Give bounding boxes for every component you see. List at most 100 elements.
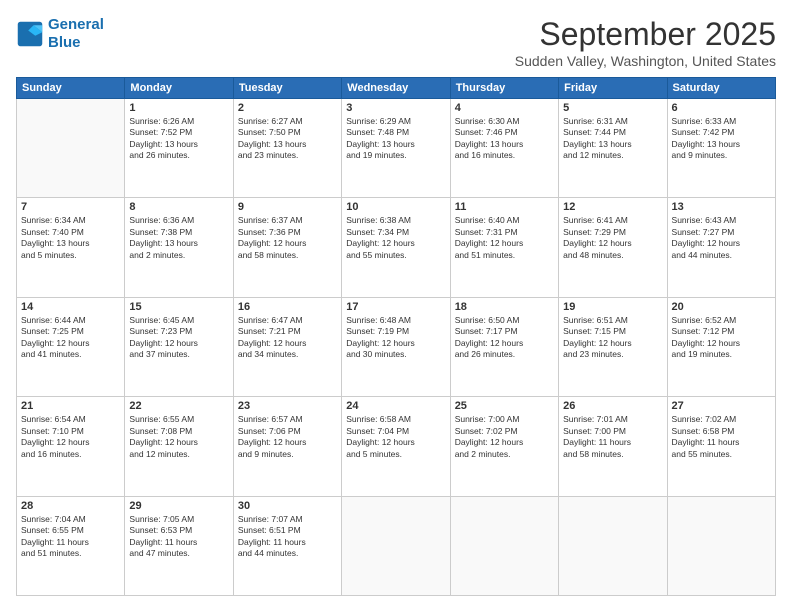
- day-info: Sunrise: 6:30 AM Sunset: 7:46 PM Dayligh…: [455, 116, 554, 162]
- day-info: Sunrise: 7:00 AM Sunset: 7:02 PM Dayligh…: [455, 414, 554, 460]
- day-number: 29: [129, 500, 228, 512]
- col-sunday: Sunday: [17, 78, 125, 99]
- logo-icon: [16, 20, 44, 48]
- day-number: 12: [563, 201, 662, 213]
- day-info: Sunrise: 6:41 AM Sunset: 7:29 PM Dayligh…: [563, 215, 662, 261]
- table-row: [342, 496, 450, 595]
- calendar-week-row: 14 Sunrise: 6:44 AM Sunset: 7:25 PM Dayli…: [17, 297, 776, 396]
- day-number: 23: [238, 400, 337, 412]
- day-info: Sunrise: 6:38 AM Sunset: 7:34 PM Dayligh…: [346, 215, 445, 261]
- table-row: 30 Sunrise: 7:07 AM Sunset: 6:51 PM Dayli…: [233, 496, 341, 595]
- day-number: 5: [563, 102, 662, 114]
- day-info: Sunrise: 6:57 AM Sunset: 7:06 PM Dayligh…: [238, 414, 337, 460]
- table-row: [667, 496, 775, 595]
- day-number: 8: [129, 201, 228, 213]
- day-number: 3: [346, 102, 445, 114]
- day-info: Sunrise: 6:31 AM Sunset: 7:44 PM Dayligh…: [563, 116, 662, 162]
- day-number: 9: [238, 201, 337, 213]
- col-saturday: Saturday: [667, 78, 775, 99]
- table-row: 15 Sunrise: 6:45 AM Sunset: 7:23 PM Dayli…: [125, 297, 233, 396]
- day-number: 15: [129, 301, 228, 313]
- day-number: 26: [563, 400, 662, 412]
- day-info: Sunrise: 6:27 AM Sunset: 7:50 PM Dayligh…: [238, 116, 337, 162]
- col-monday: Monday: [125, 78, 233, 99]
- day-number: 11: [455, 201, 554, 213]
- day-number: 1: [129, 102, 228, 114]
- table-row: 7 Sunrise: 6:34 AM Sunset: 7:40 PM Daylig…: [17, 198, 125, 297]
- logo: General Blue: [16, 16, 104, 52]
- header: General Blue September 2025 Sudden Valle…: [16, 16, 776, 69]
- day-number: 16: [238, 301, 337, 313]
- day-info: Sunrise: 6:29 AM Sunset: 7:48 PM Dayligh…: [346, 116, 445, 162]
- calendar-header-row: Sunday Monday Tuesday Wednesday Thursday…: [17, 78, 776, 99]
- title-block: September 2025 Sudden Valley, Washington…: [515, 16, 776, 69]
- day-info: Sunrise: 6:52 AM Sunset: 7:12 PM Dayligh…: [672, 315, 771, 361]
- calendar-table: Sunday Monday Tuesday Wednesday Thursday…: [16, 77, 776, 596]
- calendar-week-row: 21Sunrise: 6:54 AM Sunset: 7:10 PM Dayli…: [17, 397, 776, 496]
- table-row: 17 Sunrise: 6:48 AM Sunset: 7:19 PM Dayli…: [342, 297, 450, 396]
- day-info: Sunrise: 6:26 AM Sunset: 7:52 PM Dayligh…: [129, 116, 228, 162]
- day-number: 4: [455, 102, 554, 114]
- day-number: 17: [346, 301, 445, 313]
- table-row: 26Sunrise: 7:01 AM Sunset: 7:00 PM Dayli…: [559, 397, 667, 496]
- day-info: Sunrise: 6:47 AM Sunset: 7:21 PM Dayligh…: [238, 315, 337, 361]
- day-number: 19: [563, 301, 662, 313]
- day-info: Sunrise: 6:45 AM Sunset: 7:23 PM Dayligh…: [129, 315, 228, 361]
- day-info: Sunrise: 6:48 AM Sunset: 7:19 PM Dayligh…: [346, 315, 445, 361]
- table-row: 2 Sunrise: 6:27 AM Sunset: 7:50 PM Daylig…: [233, 99, 341, 198]
- table-row: 21Sunrise: 6:54 AM Sunset: 7:10 PM Dayli…: [17, 397, 125, 496]
- table-row: 20 Sunrise: 6:52 AM Sunset: 7:12 PM Dayli…: [667, 297, 775, 396]
- table-row: [559, 496, 667, 595]
- table-row: 8Sunrise: 6:36 AM Sunset: 7:38 PM Daylig…: [125, 198, 233, 297]
- day-info: Sunrise: 7:02 AM Sunset: 6:58 PM Dayligh…: [672, 414, 771, 460]
- day-info: Sunrise: 6:43 AM Sunset: 7:27 PM Dayligh…: [672, 215, 771, 261]
- day-number: 24: [346, 400, 445, 412]
- table-row: 9 Sunrise: 6:37 AM Sunset: 7:36 PM Daylig…: [233, 198, 341, 297]
- day-number: 2: [238, 102, 337, 114]
- table-row: 24Sunrise: 6:58 AM Sunset: 7:04 PM Dayli…: [342, 397, 450, 496]
- month-title: September 2025: [515, 16, 776, 53]
- table-row: [17, 99, 125, 198]
- table-row: 5 Sunrise: 6:31 AM Sunset: 7:44 PM Daylig…: [559, 99, 667, 198]
- col-friday: Friday: [559, 78, 667, 99]
- day-number: 18: [455, 301, 554, 313]
- day-number: 27: [672, 400, 771, 412]
- day-number: 25: [455, 400, 554, 412]
- table-row: 23 Sunrise: 6:57 AM Sunset: 7:06 PM Dayli…: [233, 397, 341, 496]
- table-row: 28Sunrise: 7:04 AM Sunset: 6:55 PM Dayli…: [17, 496, 125, 595]
- day-number: 14: [21, 301, 120, 313]
- calendar-week-row: 1 Sunrise: 6:26 AM Sunset: 7:52 PM Daylig…: [17, 99, 776, 198]
- table-row: 6Sunrise: 6:33 AM Sunset: 7:42 PM Daylig…: [667, 99, 775, 198]
- table-row: 12 Sunrise: 6:41 AM Sunset: 7:29 PM Dayli…: [559, 198, 667, 297]
- day-info: Sunrise: 6:44 AM Sunset: 7:25 PM Dayligh…: [21, 315, 120, 361]
- table-row: 16 Sunrise: 6:47 AM Sunset: 7:21 PM Dayli…: [233, 297, 341, 396]
- day-number: 21: [21, 400, 120, 412]
- day-number: 10: [346, 201, 445, 213]
- col-thursday: Thursday: [450, 78, 558, 99]
- table-row: 27 Sunrise: 7:02 AM Sunset: 6:58 PM Dayli…: [667, 397, 775, 496]
- location: Sudden Valley, Washington, United States: [515, 53, 776, 69]
- day-number: 13: [672, 201, 771, 213]
- day-info: Sunrise: 6:37 AM Sunset: 7:36 PM Dayligh…: [238, 215, 337, 261]
- table-row: 14 Sunrise: 6:44 AM Sunset: 7:25 PM Dayli…: [17, 297, 125, 396]
- day-info: Sunrise: 6:50 AM Sunset: 7:17 PM Dayligh…: [455, 315, 554, 361]
- day-number: 20: [672, 301, 771, 313]
- table-row: [450, 496, 558, 595]
- table-row: 1 Sunrise: 6:26 AM Sunset: 7:52 PM Daylig…: [125, 99, 233, 198]
- day-number: 22: [129, 400, 228, 412]
- calendar-week-row: 28Sunrise: 7:04 AM Sunset: 6:55 PM Dayli…: [17, 496, 776, 595]
- day-number: 7: [21, 201, 120, 213]
- day-number: 6: [672, 102, 771, 114]
- table-row: 18 Sunrise: 6:50 AM Sunset: 7:17 PM Dayli…: [450, 297, 558, 396]
- table-row: 4 Sunrise: 6:30 AM Sunset: 7:46 PM Daylig…: [450, 99, 558, 198]
- table-row: 19Sunrise: 6:51 AM Sunset: 7:15 PM Dayli…: [559, 297, 667, 396]
- day-info: Sunrise: 6:34 AM Sunset: 7:40 PM Dayligh…: [21, 215, 120, 261]
- page: General Blue September 2025 Sudden Valle…: [0, 0, 792, 612]
- table-row: 22 Sunrise: 6:55 AM Sunset: 7:08 PM Dayli…: [125, 397, 233, 496]
- calendar-week-row: 7 Sunrise: 6:34 AM Sunset: 7:40 PM Daylig…: [17, 198, 776, 297]
- table-row: 13 Sunrise: 6:43 AM Sunset: 7:27 PM Dayli…: [667, 198, 775, 297]
- day-info: Sunrise: 6:40 AM Sunset: 7:31 PM Dayligh…: [455, 215, 554, 261]
- day-info: Sunrise: 7:07 AM Sunset: 6:51 PM Dayligh…: [238, 514, 337, 560]
- day-info: Sunrise: 6:55 AM Sunset: 7:08 PM Dayligh…: [129, 414, 228, 460]
- day-number: 30: [238, 500, 337, 512]
